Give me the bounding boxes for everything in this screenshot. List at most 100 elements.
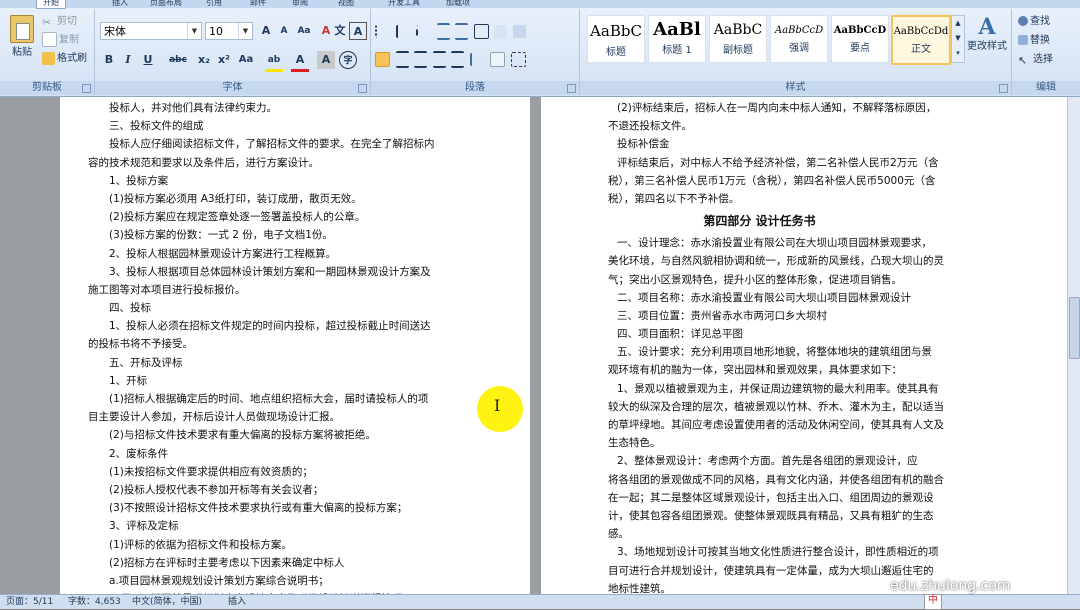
- binoculars-icon: [1018, 16, 1028, 26]
- styles-group-label: 样式: [580, 81, 1011, 95]
- style-heading-1[interactable]: AaBl 标题 1: [648, 15, 706, 63]
- tab-developer[interactable]: 开发工具: [388, 0, 420, 8]
- underline-button[interactable]: U: [139, 51, 157, 69]
- highlight-button[interactable]: ab: [265, 51, 283, 72]
- font-size-combo[interactable]: 10 ▼: [205, 22, 253, 40]
- sort-icon[interactable]: [494, 25, 507, 38]
- shading-icon[interactable]: [490, 52, 505, 67]
- tab-view[interactable]: 视图: [338, 0, 354, 8]
- text-line: 气；突出小区景观特色，提升小区的整体形象，促进项目销售。: [608, 273, 902, 286]
- paragraph-group-label: 段落: [371, 81, 579, 95]
- increase-indent-icon[interactable]: [455, 23, 468, 40]
- find-button[interactable]: 查找: [1018, 14, 1050, 30]
- text-line: 的草坪绿地。其间应考虑设置使用者的活动及休闲空间，使其具有人文及: [608, 419, 944, 431]
- show-marks-icon[interactable]: [512, 25, 526, 38]
- paste-label: 粘贴: [12, 47, 32, 58]
- text-line: 税），第三名补偿人民币1万元（含税），第四名补偿人民币5000元（含: [608, 174, 936, 187]
- copy-button[interactable]: 复制: [42, 32, 79, 49]
- style-strong[interactable]: AaBbCcD 要点: [831, 15, 889, 63]
- ribbon: 开始 插入 页面布局 引用 邮件 审阅 视图 开发工具 加载项 粘贴 ✂ 剪切 复…: [0, 0, 1080, 97]
- subscript-button[interactable]: x₂: [195, 51, 213, 69]
- bullets-icon[interactable]: [375, 25, 390, 38]
- document-area[interactable]: 投标人，并对他们具有法律约束力。 三、投标文件的组成 投标人应仔细阅读招标文件，了解…: [0, 97, 1080, 594]
- select-button[interactable]: ↖ 选择: [1018, 52, 1053, 68]
- tab-insert[interactable]: 插入: [112, 0, 128, 8]
- tab-addins[interactable]: 加载项: [446, 0, 470, 8]
- superscript-button[interactable]: x²: [215, 51, 233, 69]
- shrink-font-button[interactable]: A: [275, 22, 293, 40]
- status-language[interactable]: 中文(简体，中国): [132, 595, 202, 609]
- clipboard-launcher-icon[interactable]: [82, 84, 91, 93]
- text-line: 五、开标及评标: [109, 356, 183, 369]
- style-normal[interactable]: AaBbCcDd 正文: [891, 15, 951, 65]
- text-line: 地标性建筑。: [608, 582, 671, 594]
- grow-font-button[interactable]: A: [257, 22, 275, 40]
- chevron-down-icon[interactable]: ▼: [238, 23, 252, 39]
- styles-launcher-icon[interactable]: [999, 84, 1008, 93]
- borders-icon[interactable]: [510, 52, 526, 67]
- tab-mailings[interactable]: 邮件: [250, 0, 266, 8]
- align-right-icon[interactable]: [414, 51, 427, 68]
- text-line: 1、投标方案: [109, 174, 169, 187]
- text-line: 感。: [608, 528, 629, 541]
- text-line: 二、项目名称：赤水渝投置业有限公司大坝山项目园林景观设计: [617, 291, 911, 304]
- strikethrough-button[interactable]: abc: [167, 51, 189, 69]
- scrollbar-thumb[interactable]: [1069, 297, 1080, 359]
- chevron-down-icon[interactable]: ▼: [187, 23, 201, 39]
- style-title[interactable]: AaBbC 标题: [587, 15, 645, 63]
- align-left-icon[interactable]: [375, 52, 390, 67]
- paragraph-launcher-icon[interactable]: [567, 84, 576, 93]
- text-line: (1)投标方案必须用 A3纸打印，装订成册，散页无效。: [109, 192, 362, 205]
- text-line: 计，使其包容各组团景观。使整体景观既具有精品，又具有粗犷的生态: [608, 509, 934, 522]
- text-line: 目主要设计人参加，开标后设计人员做现场设计汇报。: [88, 411, 340, 424]
- numbering-icon[interactable]: [395, 25, 411, 38]
- change-case-button[interactable]: Aa: [295, 22, 313, 40]
- multilevel-list-icon[interactable]: [416, 25, 431, 38]
- paste-button[interactable]: 粘贴: [8, 13, 36, 61]
- align-center-icon[interactable]: [395, 51, 409, 68]
- style-subtitle[interactable]: AaBbC 副标题: [709, 15, 767, 63]
- text-line: 三、投标文件的组成: [109, 120, 204, 133]
- distributed-icon[interactable]: [451, 51, 464, 68]
- cursor-arrow-icon: ↖: [1018, 53, 1028, 67]
- change-styles-button[interactable]: A 更改样式: [964, 13, 1010, 53]
- text-line: 生态特色。: [608, 437, 661, 450]
- text-line: 观环境有机的融为一体，突出园林和景观效果，具体要求如下：: [608, 364, 902, 377]
- replace-button[interactable]: 替换: [1018, 33, 1050, 49]
- line-spacing-icon[interactable]: [469, 53, 485, 66]
- format-painter-button[interactable]: 格式刷: [42, 51, 87, 67]
- text-line: 三、项目位置：贵州省赤水市两河口乡大坝村: [617, 309, 827, 322]
- justify-icon[interactable]: [432, 51, 446, 68]
- document-page-right[interactable]: (2)评标结束后，招标人在一周内向未中标人通知，不解释落标原因， 不退还投标文件。…: [541, 97, 1068, 594]
- bold-button[interactable]: B: [100, 51, 118, 69]
- decrease-indent-icon[interactable]: [436, 23, 450, 40]
- change-case-button-2[interactable]: Aa: [237, 51, 255, 69]
- font-color-button[interactable]: A: [291, 51, 309, 72]
- status-bar: 页面：5/11 字数：4,653 中文(简体，中国) 插入: [0, 594, 1080, 609]
- font-launcher-icon[interactable]: [358, 84, 367, 93]
- char-border-button[interactable]: A: [349, 22, 367, 40]
- tab-home[interactable]: 开始: [36, 0, 66, 9]
- tab-page-layout[interactable]: 页面布局: [150, 0, 182, 8]
- paste-icon: [10, 15, 34, 43]
- cut-button[interactable]: ✂ 剪切: [42, 14, 77, 30]
- vertical-scrollbar[interactable]: [1067, 97, 1080, 594]
- text-line: 的投标书将不予接受。: [88, 338, 193, 351]
- tab-review[interactable]: 审阅: [292, 0, 308, 8]
- document-page-left[interactable]: 投标人，并对他们具有法律约束力。 三、投标文件的组成 投标人应仔细阅读招标文件，了解…: [60, 97, 530, 594]
- style-gallery-scroll[interactable]: ▲ ▼ ▾: [951, 15, 965, 63]
- phonetic-guide-button[interactable]: 文: [331, 22, 349, 40]
- status-insert-mode[interactable]: 插入: [228, 595, 246, 609]
- text-line: 3、投标人根据项目总体园林设计策划方案和一期园林景观设计方案及: [109, 265, 431, 278]
- tab-references[interactable]: 引用: [206, 0, 222, 8]
- font-name-combo[interactable]: 宋体 ▼: [100, 22, 202, 40]
- enclose-chars-button[interactable]: 字: [339, 51, 357, 69]
- status-word-count[interactable]: 字数：4,653: [68, 595, 121, 609]
- status-page-count[interactable]: 页面：5/11: [6, 595, 53, 609]
- italic-button[interactable]: I: [119, 51, 137, 69]
- text-line: 1、投标人必须在招标文件规定的时间内投标，超过投标截止时间送达: [109, 320, 431, 333]
- char-shading-button[interactable]: A: [317, 51, 335, 69]
- style-emphasis[interactable]: AaBbCcD 强调: [770, 15, 828, 63]
- text-line: (3)投标方案的份数：一式 2 份，电子文档1份。: [109, 229, 333, 242]
- chinese-layout-icon[interactable]: [473, 24, 489, 39]
